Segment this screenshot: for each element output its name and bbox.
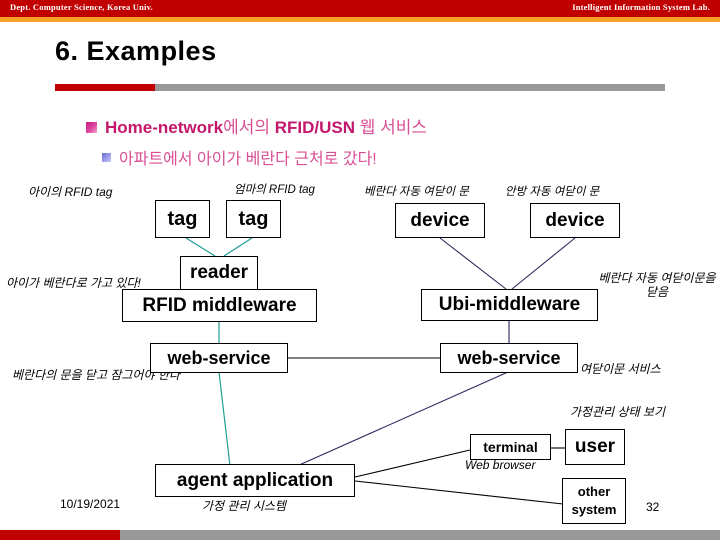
page-number: 32 xyxy=(646,500,660,514)
node-user[interactable]: user xyxy=(565,429,625,465)
node-terminal[interactable]: terminal xyxy=(470,434,551,460)
label-device-veranda: 베란다 자동 여닫이 문 xyxy=(364,186,469,198)
footer-red-bar xyxy=(0,530,120,540)
node-tag-child[interactable]: tag xyxy=(155,200,210,238)
node-rfid-middleware[interactable]: RFID middleware xyxy=(122,289,317,322)
node-ubi-middleware[interactable]: Ubi-middleware xyxy=(421,289,598,321)
node-agent-application[interactable]: agent application xyxy=(155,464,355,497)
node-web-service-right[interactable]: web-service xyxy=(440,343,578,373)
footer-gray-bar xyxy=(120,530,720,540)
label-device-bedroom: 안방 자동 여닫이 문 xyxy=(505,186,600,198)
node-reader[interactable]: reader xyxy=(180,256,258,290)
label-reader-note: 아이가 베란다로 가고 있다! xyxy=(6,276,141,290)
slide-canvas: Dept. Computer Science, Korea Univ. Inte… xyxy=(0,0,720,540)
label-terminal-note: Web browser xyxy=(465,458,536,472)
label-tag-child: 아이의 RFID tag xyxy=(28,185,113,199)
label-tag-mother: 엄마의 RFID tag xyxy=(234,184,315,196)
node-other-system-line1: other xyxy=(577,484,611,500)
node-other-system-line2: system xyxy=(571,502,617,517)
node-web-service-left[interactable]: web-service xyxy=(150,343,288,373)
label-user-note: 가정관리 상태 보기 xyxy=(570,405,665,419)
node-other-system[interactable]: other system xyxy=(562,478,626,524)
node-tag-mother[interactable]: tag xyxy=(226,200,281,238)
date-stamp: 10/19/2021 xyxy=(60,497,121,511)
node-device-veranda[interactable]: device xyxy=(395,203,485,238)
label-web-service-right-note: 여닫이문 서비스 xyxy=(580,362,661,376)
label-agent-note: 가정 관리 시스템 xyxy=(202,499,286,513)
node-device-bedroom[interactable]: device xyxy=(530,203,620,238)
label-ubi-note: 베란다 자동 여닫이문을 닫음 xyxy=(598,271,716,299)
